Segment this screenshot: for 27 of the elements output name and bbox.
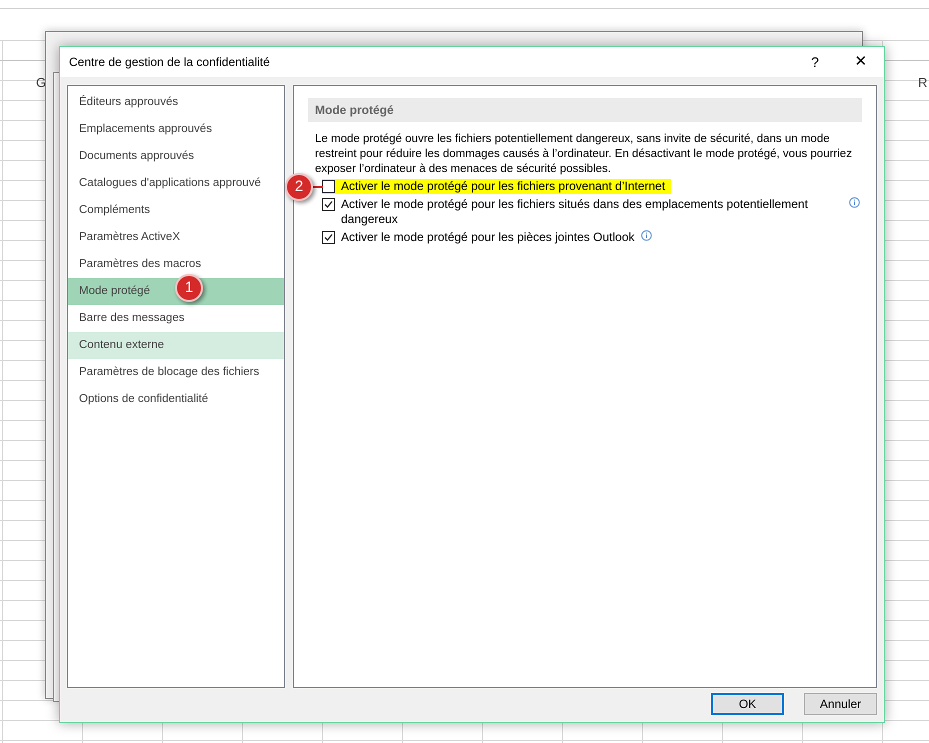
ok-button[interactable]: OK: [711, 692, 784, 714]
checkbox-label: Activer le mode protégé pour les fichiers situés dans des emplacements potentiellement dangereux: [341, 197, 809, 227]
column-header: R: [918, 74, 928, 92]
checkbox[interactable]: [322, 231, 335, 244]
category-item[interactable]: Éditeurs approuvés: [68, 89, 284, 116]
category-item[interactable]: Documents approuvés: [68, 143, 284, 170]
close-button[interactable]: ✕: [838, 47, 884, 77]
category-item[interactable]: Emplacements approuvés: [68, 116, 284, 143]
info-icon[interactable]: [640, 230, 652, 241]
section-header: Mode protégé: [308, 98, 862, 122]
cancel-button[interactable]: Annuler: [804, 692, 877, 714]
info-icon[interactable]: [849, 197, 860, 208]
description-text: Le mode protégé ouvre les fichiers potentiellement dangereux, sans invite de sécurité, dans un mode restreint pour réduire les dommages causés à l’ordinateur. En désactivant le mode protégé, vous pourriez exposer l’ordinateur à des menaces de sécurité possibles.: [314, 132, 853, 177]
column-header: G: [36, 74, 46, 92]
category-item[interactable]: Compléments: [68, 197, 284, 224]
checkbox[interactable]: [322, 180, 335, 193]
category-item[interactable]: Paramètres ActiveX: [68, 224, 284, 251]
checkbox[interactable]: [322, 198, 335, 211]
checkbox-label: Activer le mode protégé pour les fichiers provenant d’Internet: [341, 179, 666, 194]
help-button[interactable]: ?: [792, 47, 838, 77]
checkbox-label: Activer le mode protégé pour les pièces jointes Outlook: [341, 230, 634, 245]
category-item[interactable]: Contenu externe: [68, 332, 284, 359]
category-item[interactable]: Barre des messages: [68, 305, 284, 332]
category-item[interactable]: Paramètres de blocage des fichiers: [68, 359, 284, 386]
window-title: Centre de gestion de la confidentialité: [69, 54, 270, 71]
category-item[interactable]: Catalogues d'applications approuvé: [68, 170, 284, 197]
category-item[interactable]: Options de confidentialité: [68, 386, 284, 413]
